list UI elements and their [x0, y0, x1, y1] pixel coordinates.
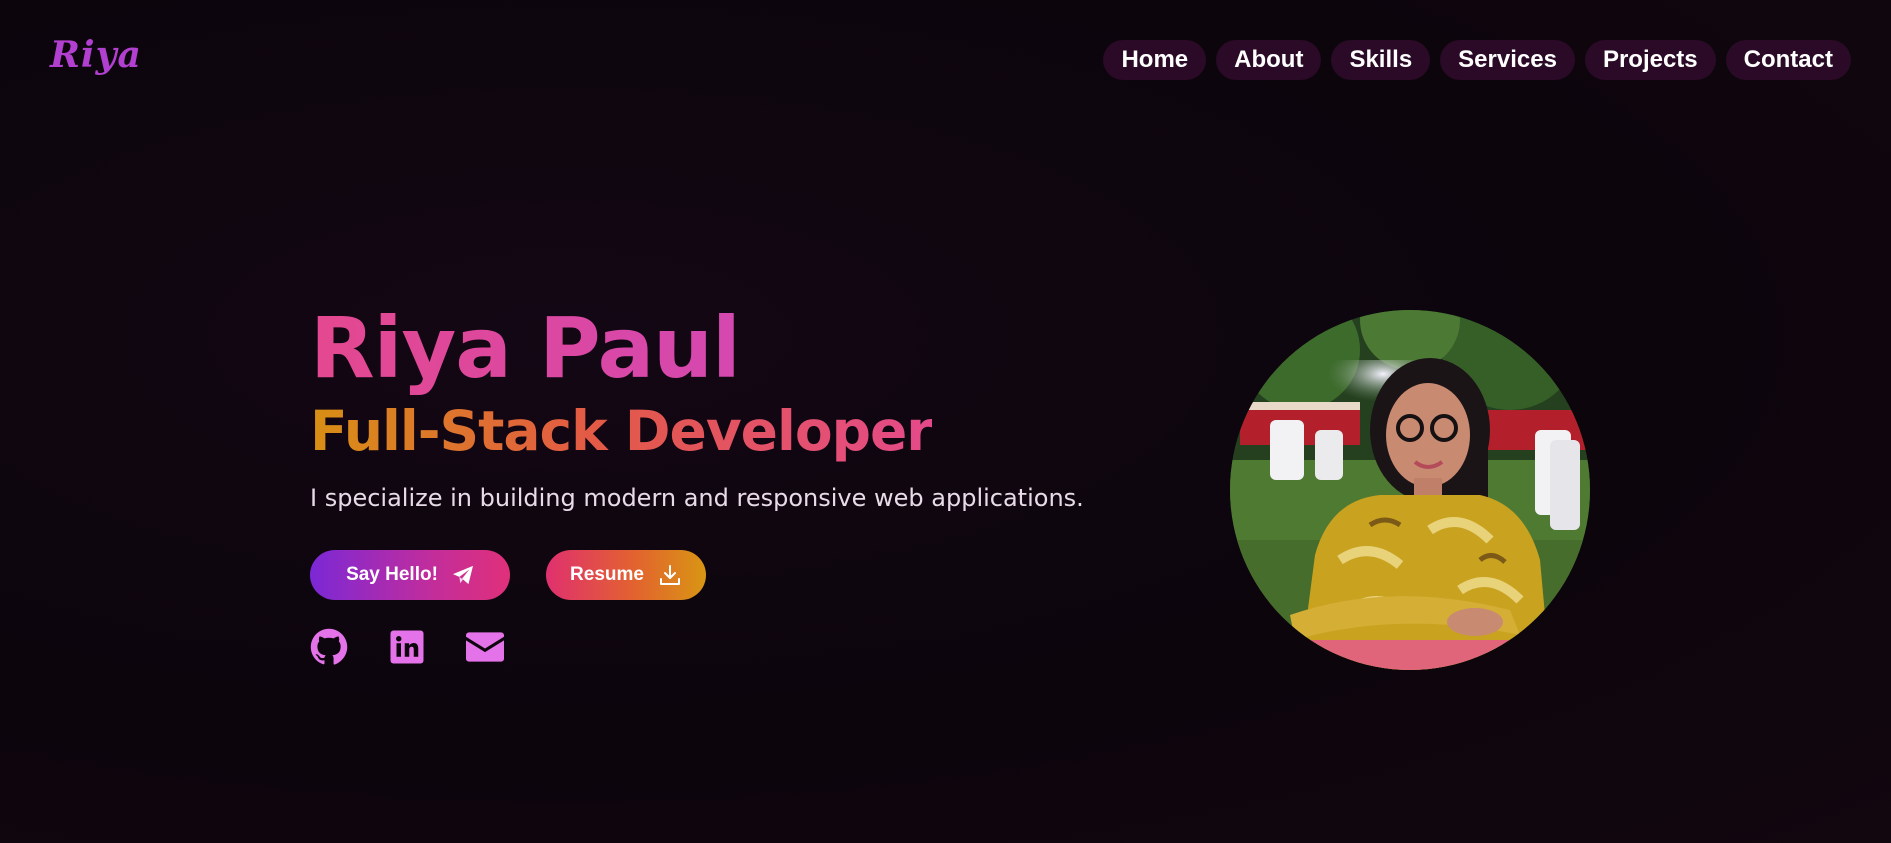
logo[interactable]: Riya	[50, 34, 142, 76]
profile-photo	[1230, 310, 1590, 670]
github-icon[interactable]	[310, 628, 348, 666]
nav-item-skills[interactable]: Skills	[1331, 40, 1431, 80]
resume-button[interactable]: Resume	[546, 550, 706, 600]
download-icon	[658, 563, 682, 587]
hero-section: Riya Paul Full-Stack Developer I special…	[310, 300, 1130, 666]
hero-role: Full-Stack Developer	[310, 399, 933, 463]
main-nav: Home About Skills Services Projects Cont…	[1103, 40, 1851, 80]
hero-buttons: Say Hello! Resume	[310, 550, 1130, 600]
hero-name: Riya Paul	[310, 300, 1130, 396]
resume-label: Resume	[570, 564, 644, 585]
say-hello-button[interactable]: Say Hello!	[310, 550, 510, 600]
hero-tagline: I specialize in building modern and resp…	[310, 484, 1084, 512]
envelope-icon[interactable]	[466, 628, 504, 666]
top-navbar: Riya Home About Skills Services Projects…	[0, 0, 1891, 120]
say-hello-label: Say Hello!	[346, 564, 438, 585]
nav-item-about[interactable]: About	[1216, 40, 1322, 80]
paper-plane-icon	[452, 565, 474, 585]
nav-item-projects[interactable]: Projects	[1584, 40, 1716, 80]
nav-item-services[interactable]: Services	[1440, 40, 1575, 80]
nav-item-contact[interactable]: Contact	[1725, 40, 1851, 80]
nav-item-home[interactable]: Home	[1103, 40, 1207, 80]
social-links	[310, 628, 1130, 666]
linkedin-icon[interactable]	[388, 628, 426, 666]
